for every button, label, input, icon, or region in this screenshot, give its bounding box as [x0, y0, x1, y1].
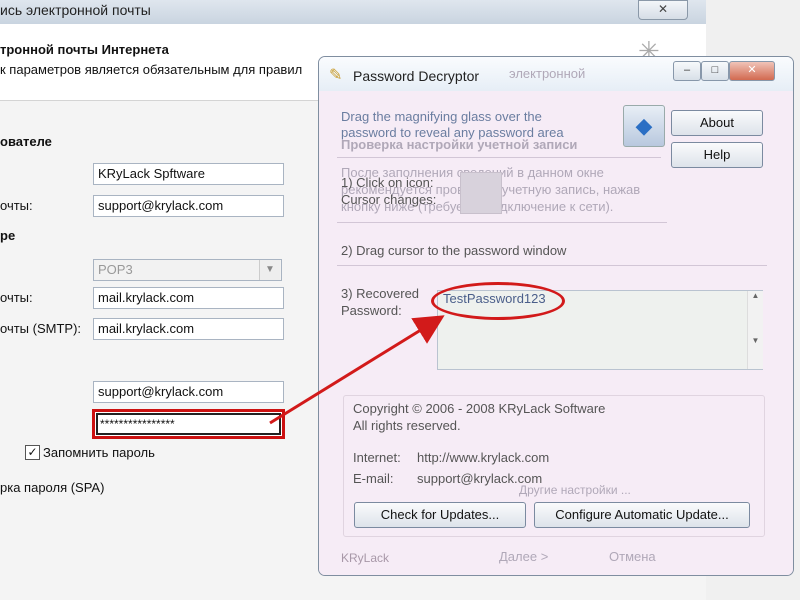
- red-arrow-annotation: [269, 315, 445, 425]
